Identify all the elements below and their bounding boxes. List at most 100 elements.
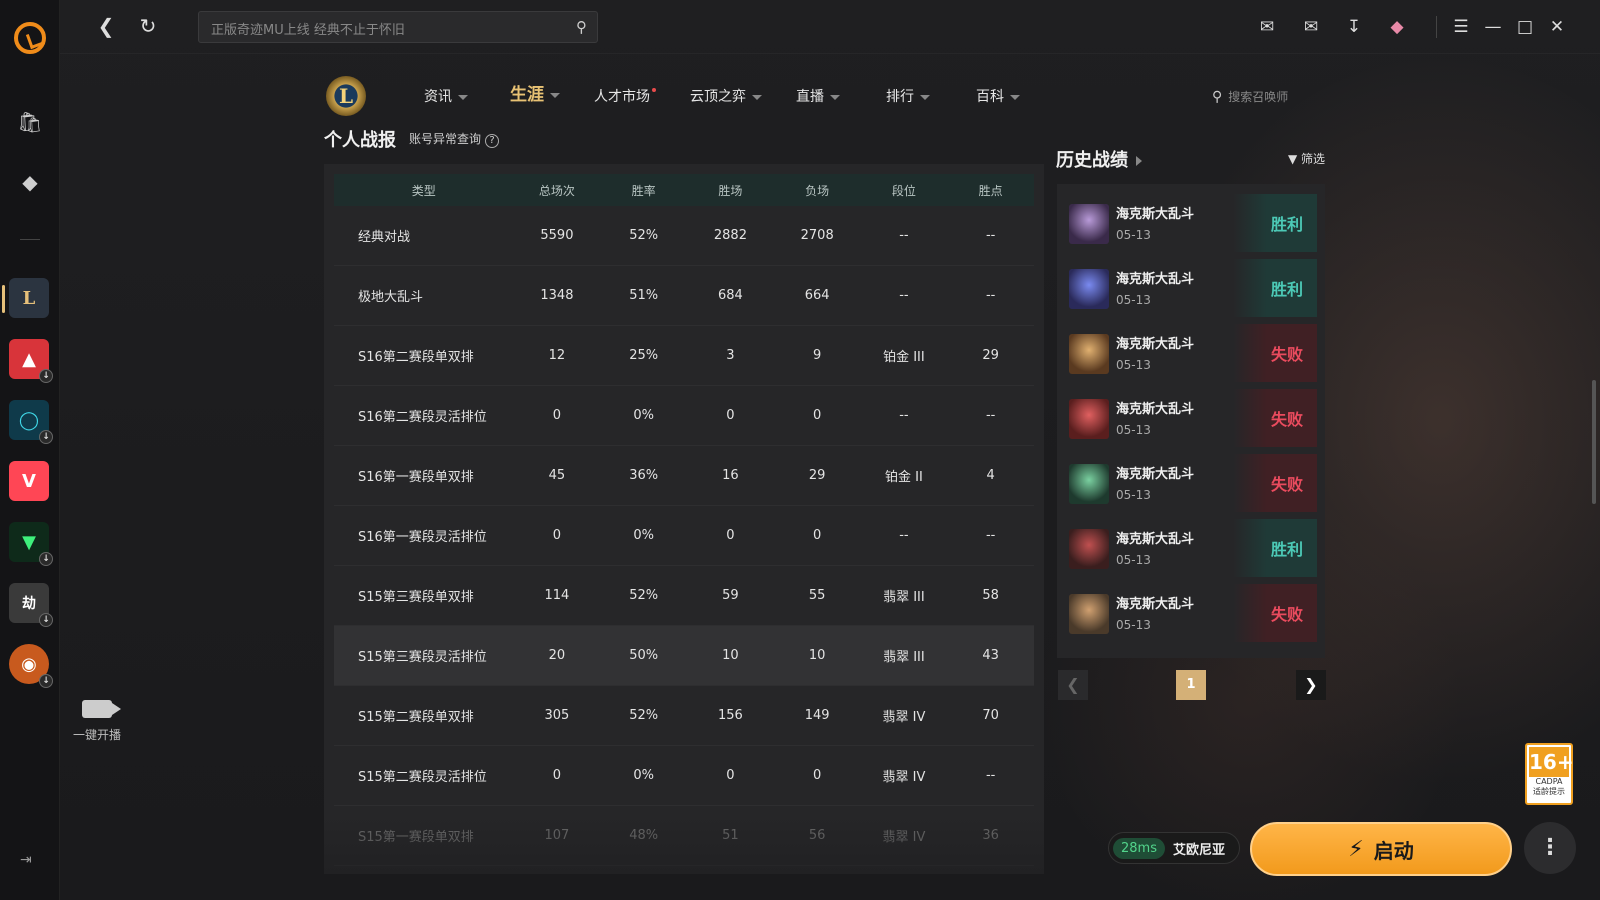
table-cell: -- <box>985 408 996 423</box>
lol-logo[interactable]: L <box>326 76 366 116</box>
nav-wiki[interactable]: 百科 <box>976 86 1020 108</box>
more-options-button[interactable]: ⋮ <box>1524 822 1576 874</box>
rail-divider <box>20 239 40 240</box>
champion-avatar <box>1069 594 1109 634</box>
match-history-item[interactable]: 海克斯大乱斗 05-13 失败 <box>1069 324 1317 382</box>
match-result-loss: 失败 <box>1233 454 1317 512</box>
summoner-search[interactable]: ⚲ 搜索召唤师 <box>1212 88 1288 105</box>
table-cell: 45 <box>548 468 566 483</box>
launch-button[interactable]: ⚡ 启动 <box>1250 822 1512 876</box>
stats-title: 个人战报 <box>324 130 396 151</box>
apex-game-icon[interactable]: ▲ ↓ <box>9 339 53 383</box>
table-row[interactable]: S15第二赛段灵活排位 0 0% 0 0 翡翠 IV -- <box>334 746 1034 806</box>
nav-career[interactable]: 生涯 <box>510 84 560 106</box>
history-title[interactable]: 历史战绩 <box>1056 146 1142 172</box>
help-icon[interactable]: ? <box>485 134 500 148</box>
game-library-icon[interactable]: ◆ <box>14 166 46 198</box>
search-icon[interactable]: ⚲ <box>576 18 587 36</box>
page-number[interactable]: 1 <box>1176 670 1206 700</box>
maximize-icon[interactable]: □ <box>1514 16 1536 38</box>
table-row[interactable]: S15第三赛段单双排 114 52% 59 55 翡翠 III 58 <box>334 566 1034 626</box>
match-mode: 海克斯大乱斗 <box>1116 272 1195 287</box>
match-result-win: 胜利 <box>1233 259 1317 317</box>
global-search-input[interactable]: 正版奇迹MU上线 经典不止于怀旧 ⚲ <box>198 11 598 43</box>
table-row[interactable]: S16第二赛段单双排 12 25% 3 9 铂金 III 29 <box>334 326 1034 386</box>
match-history-item[interactable]: 海克斯大乱斗 05-13 失败 <box>1069 454 1317 512</box>
match-date: 05-13 <box>1116 618 1151 632</box>
table-cell: 翡翠 III <box>883 590 925 605</box>
game-icon-calligraphy[interactable]: 劫 ↓ <box>9 583 53 627</box>
mail-icon[interactable]: ✉ <box>1300 16 1322 38</box>
nav-tft[interactable]: 云顶之弈 <box>690 86 762 108</box>
table-cell: 20 <box>548 648 566 663</box>
game-icon-circle[interactable]: ◯ ↓ <box>9 400 53 444</box>
server-selector[interactable]: 28ms 艾欧尼亚 <box>1108 832 1240 864</box>
table-cell: 0 <box>813 768 822 783</box>
close-icon[interactable]: ✕ <box>1546 16 1568 38</box>
user-avatar-icon[interactable]: ◆ <box>1386 16 1408 38</box>
match-history-item[interactable]: 海克斯大乱斗 05-13 胜利 <box>1069 519 1317 577</box>
table-cell: 0 <box>813 408 822 423</box>
match-mode: 海克斯大乱斗 <box>1116 532 1195 547</box>
filter-button[interactable]: ▼ 筛选 <box>1288 150 1325 167</box>
back-icon[interactable]: ❮ <box>94 14 118 38</box>
match-result-loss: 失败 <box>1233 584 1317 642</box>
col-header: 类型 <box>411 183 436 198</box>
table-cell: 0% <box>633 768 654 783</box>
table-cell: 0 <box>726 768 735 783</box>
game-icon-green[interactable]: ▼ ↓ <box>9 522 53 566</box>
valorant-game-icon[interactable]: V <box>9 461 49 501</box>
age-rating-number: 16+ <box>1529 747 1574 777</box>
lol-game-icon[interactable]: L <box>9 278 49 318</box>
match-history-item[interactable]: 海克斯大乱斗 05-13 胜利 <box>1069 259 1317 317</box>
table-cell: 684 <box>718 288 743 303</box>
one-click-live-button[interactable]: 一键开播 <box>64 700 130 743</box>
match-history-item[interactable]: 海克斯大乱斗 05-13 失败 <box>1069 389 1317 447</box>
nav-news[interactable]: 资讯 <box>424 86 468 108</box>
nav-talent-market[interactable]: 人才市场 <box>594 86 656 108</box>
chevron-down-icon <box>830 94 840 100</box>
table-cell: S16第一赛段灵活排位 <box>358 530 487 545</box>
table-row[interactable]: 极地大乱斗 1348 51% 684 664 -- -- <box>334 266 1034 326</box>
table-row[interactable]: 经典对战 5590 52% 2882 2708 -- -- <box>334 206 1034 266</box>
page-scrollbar[interactable] <box>1592 380 1596 504</box>
champion-avatar <box>1069 334 1109 374</box>
download-icon: ↓ <box>39 674 53 688</box>
age-rating-badge[interactable]: 16+ CADPA 适龄提示 <box>1525 743 1574 805</box>
account-anomaly-link[interactable]: 账号异常查询? <box>409 130 500 148</box>
table-cell: 10 <box>722 648 739 663</box>
table-cell: 0 <box>726 408 735 423</box>
next-page-button[interactable]: ❯ <box>1296 670 1326 700</box>
table-cell: 5590 <box>540 228 574 243</box>
table-cell: S16第一赛段单双排 <box>358 470 474 485</box>
minimize-icon[interactable]: — <box>1482 16 1504 38</box>
table-row[interactable]: S15第三赛段灵活排位 20 50% 10 10 翡翠 III 43 <box>334 626 1034 686</box>
nav-ranking[interactable]: 排行 <box>886 86 930 108</box>
nav-live[interactable]: 直播 <box>796 86 840 108</box>
prev-page-button[interactable]: ❮ <box>1058 670 1088 700</box>
app-logo-icon[interactable] <box>14 22 46 54</box>
filter-label: 筛选 <box>1301 152 1326 166</box>
match-history-item[interactable]: 海克斯大乱斗 05-13 胜利 <box>1069 194 1317 252</box>
refresh-icon[interactable]: ↻ <box>136 14 160 38</box>
table-row[interactable]: S16第一赛段灵活排位 0 0% 0 0 -- -- <box>334 506 1034 566</box>
menu-icon[interactable]: ☰ <box>1450 16 1472 38</box>
lightning-icon: ⚡ <box>1348 836 1364 862</box>
collapse-rail-icon[interactable]: ⇥ <box>20 852 40 868</box>
table-cell: 0 <box>552 408 562 423</box>
match-history-item[interactable]: 海克斯大乱斗 05-13 失败 <box>1069 584 1317 642</box>
table-row[interactable]: S16第一赛段单双排 45 36% 16 29 铂金 II 4 <box>334 446 1034 506</box>
store-bag-icon[interactable]: 🛍 <box>14 106 46 138</box>
chat-icon[interactable]: ✉ <box>1256 16 1278 38</box>
table-cell: S15第二赛段单双排 <box>358 710 474 725</box>
download-manager-icon[interactable]: ↧ <box>1343 16 1365 38</box>
anomaly-link-label: 账号异常查询 <box>409 132 482 146</box>
download-icon: ↓ <box>39 369 53 383</box>
table-row[interactable]: S16第二赛段灵活排位 0 0% 0 0 -- -- <box>334 386 1034 446</box>
table-cell: 3 <box>726 348 735 363</box>
table-row[interactable]: S15第二赛段单双排 305 52% 156 149 翡翠 IV 70 <box>334 686 1034 746</box>
table-cell: 铂金 II <box>885 470 923 485</box>
basketball-game-icon[interactable]: ◉ ↓ <box>9 644 53 688</box>
table-cell: 翡翠 III <box>883 650 925 665</box>
left-rail: 🛍 ◆ L ▲ ↓ ◯ ↓ V ▼ ↓ 劫 ↓ ◉ ↓ ⇥ <box>0 0 60 900</box>
